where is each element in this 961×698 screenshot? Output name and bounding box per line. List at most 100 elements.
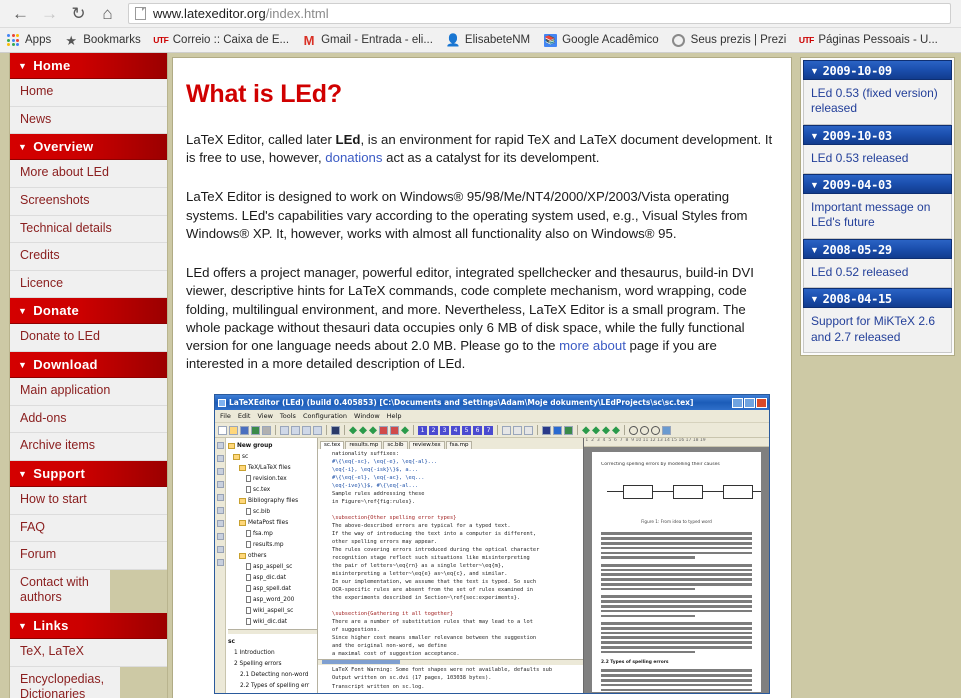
bookmark-label: Gmail - Entrada - eli...: [321, 34, 433, 46]
sidebar-item-more-about-led[interactable]: More about LEd: [10, 160, 167, 188]
file-icon: [246, 607, 251, 615]
news-item-text[interactable]: LEd 0.52 released: [803, 258, 952, 289]
chevron-down-icon: ▼: [18, 142, 28, 153]
news-date-label: 2009-10-09: [822, 64, 893, 78]
code-line: The rules covering errors introduced dur…: [332, 547, 540, 554]
bookmark-prezi[interactable]: Seus prezis | Prezi: [672, 33, 787, 47]
sidebar-item-faq[interactable]: FAQ: [10, 514, 167, 543]
donations-link[interactable]: donations: [325, 150, 382, 165]
sidebar-group-support[interactable]: ▼ Support: [10, 460, 167, 487]
sidebar-item-home[interactable]: Home: [10, 79, 167, 107]
sidebar-group-label: Download: [33, 357, 98, 372]
code-line: other spelling errors may appear.: [332, 539, 438, 546]
sidebar-group-download[interactable]: ▼ Download: [10, 352, 167, 378]
sidebar-group-label: Links: [33, 618, 69, 633]
app-menu-bar: File Edit View Tools Configuration Windo…: [215, 410, 769, 424]
news-item-text[interactable]: LEd 0.53 (fixed version) released: [803, 80, 952, 125]
tree-item: sc: [228, 451, 317, 462]
tree-label: sc.bib: [253, 508, 271, 515]
address-bar-url: www.latexeditor.org/index.html: [153, 6, 329, 21]
news-item-text[interactable]: LEd 0.53 released: [803, 144, 952, 175]
sidebar-group-donate[interactable]: ▼ Donate: [10, 298, 167, 325]
bookmark-bookmarks[interactable]: ★ Bookmarks: [64, 33, 141, 47]
toolbar-separator: [624, 425, 625, 436]
chevron-down-icon: ▼: [810, 130, 819, 141]
heading-level-1-icon: 1: [418, 425, 427, 435]
settings-tool-icon: [216, 559, 224, 567]
outline-item: 1 Introduction: [228, 647, 317, 658]
tree-label: revision.tex: [253, 475, 287, 482]
sidebar-item-news[interactable]: News: [10, 106, 167, 135]
sidebar-item-archive-items[interactable]: Archive items: [10, 433, 167, 461]
sidebar-item-encyclopedias-dictionaries[interactable]: Encyclopedias, Dictionaries: [10, 666, 120, 698]
folder-icon: [239, 519, 246, 526]
sidebar-item-add-ons[interactable]: Add-ons: [10, 405, 167, 434]
bookmark-label: Seus prezis | Prezi: [690, 34, 787, 46]
apps-grid-icon: [6, 33, 20, 47]
folder-icon: [239, 552, 246, 559]
figure-box-spelling: [673, 485, 703, 500]
browser-navigation-bar: ← → ↻ ⌂ www.latexeditor.org/index.html: [0, 0, 961, 28]
sidebar-item-screenshots[interactable]: Screenshots: [10, 187, 167, 216]
sidebar-item-donate-to-led[interactable]: Donate to LEd: [10, 324, 167, 352]
tree-item: wiki_dic.dat: [228, 616, 317, 627]
figure-arrow: [653, 491, 673, 493]
figure-arrow: [703, 491, 723, 493]
led-application-screenshot[interactable]: LaTeXEditor (LEd) (build 0.405853) [C:\D…: [214, 394, 770, 695]
sidebar-group-home[interactable]: ▼ Home: [10, 53, 167, 79]
zoom-out-icon: [640, 425, 649, 435]
news-date-2009-10-09[interactable]: ▼ 2009-10-09: [803, 60, 952, 80]
sidebar-item-licence[interactable]: Licence: [10, 270, 167, 299]
tree-item: MetaPost files: [228, 517, 317, 528]
more-about-link[interactable]: more about: [559, 338, 626, 353]
preview-page: Correcting spelling errors by modelling …: [592, 452, 761, 693]
news-date-label: 2009-10-03: [822, 128, 893, 143]
sidebar-item-technical-details[interactable]: Technical details: [10, 215, 167, 244]
bookmark-label: Bookmarks: [83, 34, 141, 46]
bookmark-elisabetenm[interactable]: 👤 ElisabeteNM: [445, 33, 530, 47]
utf-icon: UTF: [798, 34, 815, 45]
news-date-label: 2009-04-03: [822, 178, 893, 193]
news-item-text[interactable]: Support for MiKTeX 2.6 and 2.7 released: [803, 308, 952, 353]
sidebar-item-tex-latex[interactable]: TeX, LaTeX: [10, 639, 167, 667]
search-tool-icon: [216, 481, 224, 489]
editor-tab-fsa-mp: fsa.mp: [445, 440, 473, 450]
tree-label: others: [248, 552, 267, 559]
sidebar-item-contact-with-authors[interactable]: Contact with authors: [10, 569, 110, 613]
sidebar-item-main-application[interactable]: Main application: [10, 378, 167, 406]
heading-level-7-icon: 7: [484, 425, 493, 435]
figure-arrow: [607, 491, 623, 493]
news-date-2009-10-03[interactable]: ▼ 2009-10-03: [803, 124, 952, 145]
paste-icon: [302, 425, 311, 435]
sidebar-group-overview[interactable]: ▼ Overview: [10, 134, 167, 161]
bookmark-paginas-pessoais[interactable]: UTF Páginas Pessoais - U...: [799, 33, 938, 47]
home-icon[interactable]: ⌂: [93, 1, 122, 27]
file-icon: [246, 596, 251, 604]
compile-icon: [349, 426, 357, 435]
thesaurus-icon: [553, 425, 562, 435]
news-item-text[interactable]: Important message on LEd's future: [803, 194, 952, 239]
sidebar-group-links[interactable]: ▼ Links: [10, 613, 167, 639]
address-bar[interactable]: www.latexeditor.org/index.html: [128, 3, 951, 24]
reload-icon[interactable]: ↻: [64, 1, 93, 27]
file-icon: [246, 585, 251, 593]
news-date-2009-04-03[interactable]: ▼ 2009-04-03: [803, 174, 952, 195]
person-icon: 👤: [445, 33, 461, 47]
edit-tool-icon: [216, 468, 224, 476]
back-icon[interactable]: ←: [6, 1, 35, 27]
bookmark-google-academico[interactable]: 📚 Google Acadêmico: [543, 33, 659, 47]
bookmark-correio[interactable]: UTF Correio :: Caixa de E...: [153, 33, 289, 47]
bookmark-apps[interactable]: Apps: [6, 33, 51, 47]
news-date-2008-05-29[interactable]: ▼ 2008-05-29: [803, 238, 952, 259]
toolbar-separator: [497, 425, 498, 436]
find-icon: [331, 425, 340, 435]
bookmark-gmail[interactable]: M Gmail - Entrada - eli...: [302, 33, 433, 47]
page-title: What is LEd?: [186, 80, 342, 108]
sidebar-item-credits[interactable]: Credits: [10, 243, 167, 271]
sidebar-item-how-to-start[interactable]: How to start: [10, 486, 167, 515]
list-icon: [502, 425, 511, 435]
sidebar-item-forum[interactable]: Forum: [10, 542, 167, 570]
news-date-2008-04-15[interactable]: ▼ 2008-04-15: [803, 288, 952, 309]
forward-icon[interactable]: →: [35, 1, 64, 27]
